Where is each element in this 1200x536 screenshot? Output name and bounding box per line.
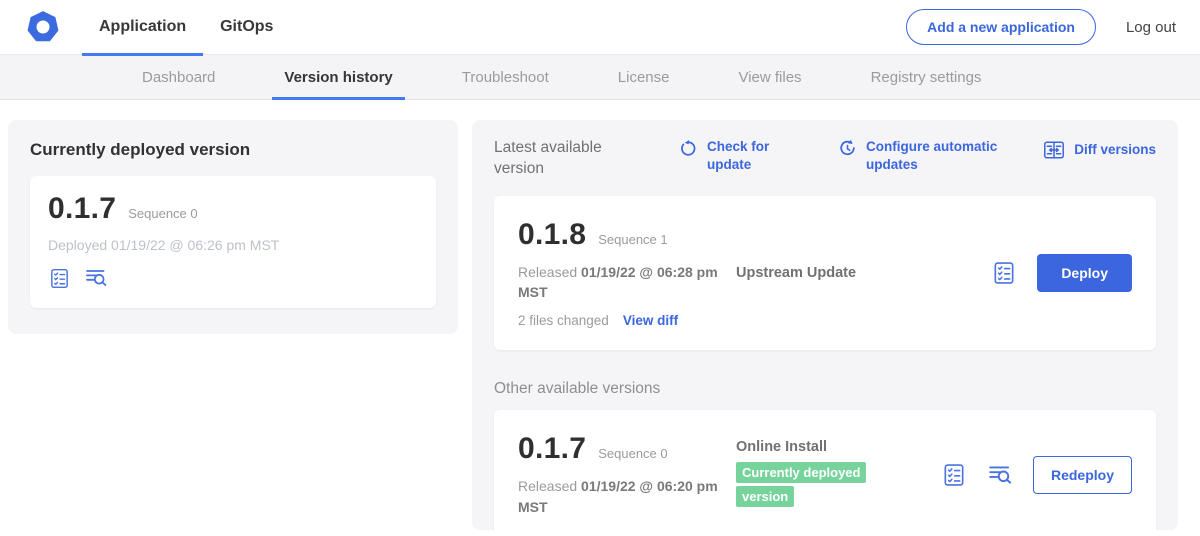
other-sequence-label: Sequence 0 <box>598 446 667 461</box>
latest-sequence-label: Sequence 1 <box>598 232 667 247</box>
preflight-checklist-icon[interactable] <box>941 462 967 488</box>
top-header: Application GitOps Add a new application… <box>0 0 1200 55</box>
released-prefix: Released <box>518 264 577 280</box>
currently-deployed-panel: Currently deployed version 0.1.7 Sequenc… <box>8 120 458 334</box>
app-window: Application GitOps Add a new application… <box>0 0 1200 536</box>
released-prefix: Released <box>518 478 577 494</box>
deployed-sequence-label: Sequence 0 <box>128 206 197 221</box>
subnav-troubleshoot[interactable]: Troubleshoot <box>450 55 561 99</box>
auto-update-clock-icon <box>837 138 858 159</box>
tab-application[interactable]: Application <box>82 0 203 55</box>
other-available-versions-title: Other available versions <box>494 380 1156 398</box>
app-logo-icon <box>24 8 62 46</box>
other-version-number: 0.1.7 <box>518 432 586 466</box>
check-for-update-action[interactable]: Check for update <box>678 138 779 173</box>
check-for-update-label: Check for update <box>707 138 779 173</box>
files-changed-label: 2 files changed <box>518 313 609 328</box>
configure-automatic-updates-action[interactable]: Configure automatic updates <box>837 138 1004 173</box>
other-version-source: Online Install <box>736 439 827 455</box>
refresh-icon <box>678 138 699 159</box>
top-tabs: Application GitOps <box>82 0 290 55</box>
tab-gitops[interactable]: GitOps <box>203 0 290 55</box>
latest-version-number: 0.1.8 <box>518 218 586 252</box>
diff-versions-label: Diff versions <box>1074 141 1156 159</box>
diff-versions-action[interactable]: Diff versions <box>1042 138 1156 162</box>
deploy-logs-icon[interactable] <box>987 462 1013 488</box>
other-version-row: 0.1.7 Sequence 0 Released 01/19/22 @ 06:… <box>494 410 1156 530</box>
preflight-checklist-icon[interactable] <box>991 260 1017 286</box>
subnav-license[interactable]: License <box>606 55 682 99</box>
configure-automatic-updates-label: Configure automatic updates <box>866 138 1004 173</box>
diff-columns-icon <box>1042 138 1066 162</box>
header-right: Add a new application Log out <box>906 9 1176 45</box>
logout-link[interactable]: Log out <box>1126 19 1176 36</box>
latest-version-row: 0.1.8 Sequence 1 Released 01/19/22 @ 06:… <box>494 196 1156 351</box>
deployed-timestamp: Deployed 01/19/22 @ 06:26 pm MST <box>48 237 418 253</box>
subnav-version-history[interactable]: Version history <box>272 55 404 99</box>
redeploy-button[interactable]: Redeploy <box>1033 456 1132 494</box>
app-subnav: Dashboard Version history Troubleshoot L… <box>0 55 1200 100</box>
deployed-version-number: 0.1.7 <box>48 192 116 226</box>
latest-version-source: Upstream Update <box>736 265 856 281</box>
deploy-logs-icon[interactable] <box>84 266 108 290</box>
main-content: Currently deployed version 0.1.7 Sequenc… <box>0 100 1200 536</box>
view-diff-link[interactable]: View diff <box>623 313 678 328</box>
subnav-dashboard[interactable]: Dashboard <box>130 55 227 99</box>
deployed-version-card: 0.1.7 Sequence 0 Deployed 01/19/22 @ 06:… <box>30 176 436 308</box>
latest-released-timestamp: Released 01/19/22 @ 06:28 pm MST <box>518 262 723 303</box>
other-released-timestamp: Released 01/19/22 @ 06:20 pm MST <box>518 476 723 517</box>
currently-deployed-badge: Currently deployed version <box>736 462 866 507</box>
subnav-registry-settings[interactable]: Registry settings <box>859 55 994 99</box>
version-history-panel: Latest available version Check for updat… <box>472 120 1178 530</box>
subnav-view-files[interactable]: View files <box>726 55 813 99</box>
add-application-button[interactable]: Add a new application <box>906 9 1096 45</box>
deploy-button[interactable]: Deploy <box>1037 254 1132 292</box>
latest-available-title: Latest available version <box>494 138 636 180</box>
deployed-panel-title: Currently deployed version <box>30 140 436 160</box>
preflight-checklist-icon[interactable] <box>48 267 71 290</box>
